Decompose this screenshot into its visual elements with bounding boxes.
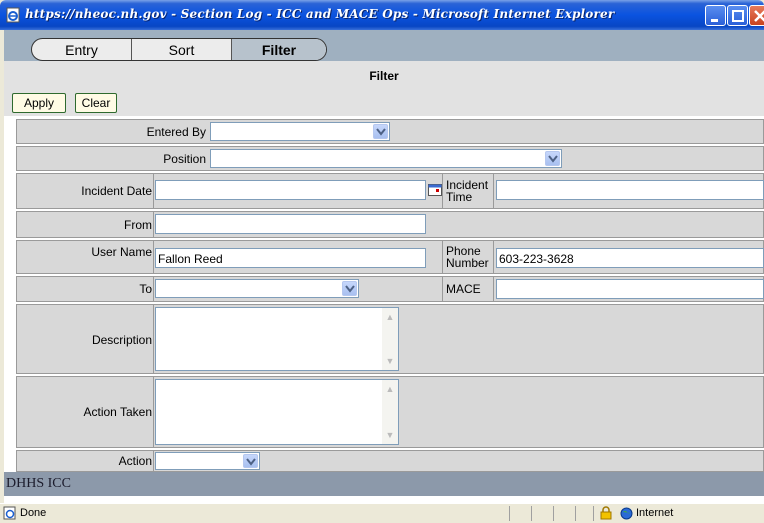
scroll-up-icon[interactable]: ▲	[383, 310, 397, 324]
close-icon	[754, 10, 764, 22]
divider	[493, 241, 494, 273]
scroll-up-icon[interactable]: ▲	[383, 382, 397, 396]
position-select[interactable]	[210, 149, 562, 168]
action-row: Action	[16, 450, 764, 472]
lock-icon[interactable]	[600, 506, 612, 520]
calendar-icon[interactable]	[428, 184, 442, 196]
user-name-input[interactable]: Fallon Reed	[155, 248, 426, 268]
phone-number-input[interactable]: 603-223-3628	[496, 248, 764, 268]
divider	[153, 212, 154, 237]
divider	[153, 377, 154, 447]
divider	[493, 277, 494, 301]
description-row: Description ▲ ▼	[16, 304, 764, 374]
chevron-down-icon	[243, 454, 258, 468]
tab-sort[interactable]: Sort	[132, 39, 232, 60]
action-taken-row: Action Taken ▲ ▼	[16, 376, 764, 448]
incident-time-input[interactable]	[496, 180, 764, 200]
status-divider	[531, 506, 532, 521]
status-text: Done	[20, 507, 47, 519]
incident-date-label: Incident Date	[81, 184, 152, 198]
close-button[interactable]	[749, 5, 764, 26]
section-title: Filter	[4, 61, 764, 89]
action-select[interactable]	[155, 452, 260, 470]
divider	[493, 174, 494, 208]
from-input[interactable]	[155, 214, 426, 234]
divider	[153, 241, 154, 273]
divider	[442, 174, 443, 208]
incident-date-input[interactable]	[155, 180, 426, 200]
page-done-icon	[3, 506, 16, 520]
phone-number-label: Phone Number	[446, 245, 489, 269]
action-taken-label: Action Taken	[83, 405, 153, 419]
tab-entry[interactable]: Entry	[32, 39, 132, 60]
to-row: To MACE	[16, 276, 764, 302]
divider	[442, 277, 443, 301]
entered-by-row: Entered By	[16, 119, 764, 144]
phone-label-line2: Number	[446, 256, 489, 270]
incident-time-label-line2: Time	[446, 190, 473, 204]
footer-band: DHHS ICC	[4, 472, 764, 496]
scroll-down-icon[interactable]: ▼	[383, 428, 397, 442]
tab-bar: Entry Sort Filter	[4, 30, 764, 61]
description-textarea[interactable]: ▲ ▼	[155, 307, 399, 371]
chevron-down-icon	[545, 151, 560, 166]
clear-button[interactable]: Clear	[75, 93, 117, 113]
entered-by-select[interactable]	[210, 122, 390, 141]
chevron-down-icon	[342, 281, 357, 296]
scrollbar[interactable]: ▲ ▼	[382, 308, 398, 370]
divider	[153, 174, 154, 208]
user-row: User Name Fallon Reed Phone Number 603-2…	[16, 240, 764, 274]
page-content: Entry Sort Filter Filter Apply Clear Ent…	[4, 30, 764, 503]
status-bar: Done Internet	[0, 503, 764, 523]
maximize-button[interactable]	[727, 5, 748, 26]
minimize-icon	[711, 19, 718, 22]
divider	[153, 277, 154, 301]
position-row: Position	[16, 146, 764, 171]
incident-row: Incident Date Incident Time	[16, 173, 764, 209]
chevron-down-icon	[373, 124, 388, 139]
tab-group: Entry Sort Filter	[31, 38, 327, 61]
status-divider	[575, 506, 576, 521]
to-select[interactable]	[155, 279, 359, 298]
divider	[153, 451, 154, 471]
window-title: https://nheoc.nh.gov - Section Log - ICC…	[25, 7, 615, 21]
globe-icon	[620, 507, 633, 520]
entered-by-label: Entered By	[146, 125, 206, 139]
button-row: Apply Clear	[4, 89, 764, 116]
mace-label: MACE	[446, 282, 481, 296]
divider	[153, 305, 154, 373]
action-taken-textarea[interactable]: ▲ ▼	[155, 379, 399, 445]
scrollbar[interactable]: ▲ ▼	[382, 380, 398, 444]
mace-input[interactable]	[496, 279, 764, 299]
ie-page-icon	[6, 7, 20, 23]
incident-time-label: Incident Time	[446, 179, 488, 203]
maximize-icon	[732, 10, 744, 22]
from-label: From	[124, 218, 152, 232]
position-label: Position	[163, 152, 206, 166]
user-name-label: User Name	[91, 245, 152, 259]
title-bar: https://nheoc.nh.gov - Section Log - ICC…	[0, 0, 764, 30]
description-label: Description	[91, 333, 152, 347]
tab-filter[interactable]: Filter	[232, 39, 326, 60]
apply-button[interactable]: Apply	[12, 93, 66, 113]
security-zone: Internet	[636, 507, 674, 519]
status-divider	[553, 506, 554, 521]
status-divider	[593, 506, 594, 521]
minimize-button[interactable]	[705, 5, 726, 26]
divider	[442, 241, 443, 273]
status-divider	[509, 506, 510, 521]
action-label: Action	[118, 454, 152, 468]
scroll-down-icon[interactable]: ▼	[383, 354, 397, 368]
to-label: To	[139, 282, 152, 296]
from-row: From	[16, 211, 764, 238]
